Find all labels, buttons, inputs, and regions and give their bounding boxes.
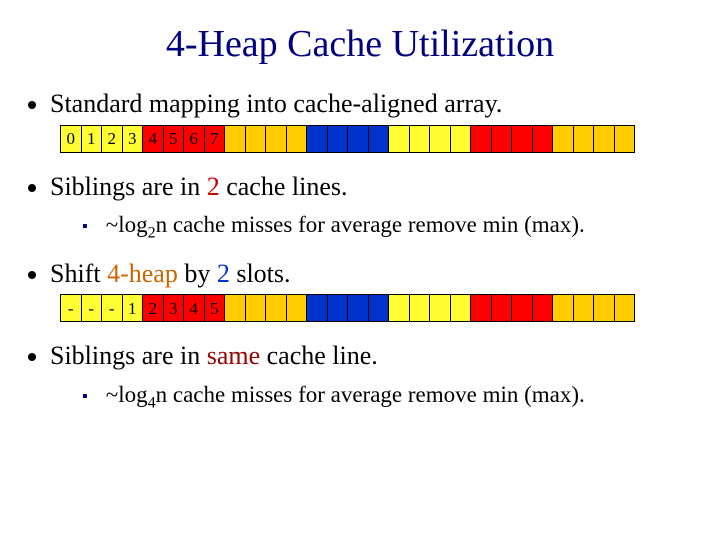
text: ~log — [106, 382, 148, 407]
text: n cache misses for average remove min (m… — [156, 382, 585, 407]
sub-bullet-log2: ~log2n cache misses for average remove m… — [82, 211, 692, 244]
array-cell: 7 — [204, 126, 225, 152]
text: Siblings are in — [50, 172, 207, 201]
array1-wrap: 01234567 — [60, 125, 692, 153]
text: n cache misses for average remove min (m… — [156, 212, 585, 237]
bullet-siblings-2-lines: Siblings are in 2 cache lines. ~log2n ca… — [50, 171, 692, 244]
array-cell — [491, 295, 512, 321]
text: cache lines. — [220, 172, 348, 201]
array-cell — [470, 126, 491, 152]
text-red: 2 — [207, 172, 220, 201]
array-cell — [368, 126, 389, 152]
array-cell — [327, 295, 348, 321]
text-orange: 4-heap — [107, 259, 178, 288]
array-cell — [347, 126, 368, 152]
array-cell: - — [81, 295, 102, 321]
array-cell: 1 — [122, 295, 143, 321]
array-cell: - — [60, 295, 81, 321]
array-cell — [306, 295, 327, 321]
array-cell — [429, 295, 450, 321]
array-cell — [368, 295, 389, 321]
array-cell — [327, 126, 348, 152]
array-cell: 3 — [163, 295, 184, 321]
array-cell — [265, 126, 286, 152]
array-cell — [511, 126, 532, 152]
text: ~log — [106, 212, 148, 237]
array-cell: 5 — [204, 295, 225, 321]
array-cell — [450, 126, 471, 152]
text: Siblings are in — [50, 341, 207, 370]
array-cell — [286, 126, 307, 152]
array-cell: 1 — [81, 126, 102, 152]
array-cell — [573, 295, 594, 321]
text: slots. — [230, 259, 291, 288]
array-cell — [593, 126, 614, 152]
text: cache line. — [260, 341, 378, 370]
bullet-shift-heap: Shift 4-heap by 2 slots. ---12345 — [50, 258, 692, 323]
bullet-list: Standard mapping into cache-aligned arra… — [28, 88, 692, 413]
array-cell — [511, 295, 532, 321]
sub-bullet-log4: ~log4n cache misses for average remove m… — [82, 381, 692, 414]
slide: 4-Heap Cache Utilization Standard mappin… — [0, 0, 720, 413]
array-cell: 6 — [183, 126, 204, 152]
array-cell — [450, 295, 471, 321]
array-cell — [388, 126, 409, 152]
bullet-standard-mapping: Standard mapping into cache-aligned arra… — [50, 88, 692, 153]
array-cell: 4 — [183, 295, 204, 321]
text-blue: 2 — [217, 259, 230, 288]
text: Shift — [50, 259, 107, 288]
slide-title: 4-Heap Cache Utilization — [28, 22, 692, 66]
array-cell — [593, 295, 614, 321]
array2: ---12345 — [60, 294, 635, 322]
array-cell — [491, 126, 512, 152]
array1: 01234567 — [60, 125, 635, 153]
array-cell — [532, 126, 553, 152]
array-cell — [347, 295, 368, 321]
array-cell — [470, 295, 491, 321]
array2-wrap: ---12345 — [60, 294, 692, 322]
array-cell — [409, 126, 430, 152]
array-cell — [552, 295, 573, 321]
array-cell — [429, 126, 450, 152]
sub-list: ~log2n cache misses for average remove m… — [50, 211, 692, 244]
array-cell — [265, 295, 286, 321]
array-cell: 5 — [163, 126, 184, 152]
array-cell — [614, 295, 635, 321]
array-cell — [614, 126, 635, 152]
array-cell — [552, 126, 573, 152]
array-cell — [532, 295, 553, 321]
array-cell — [245, 126, 266, 152]
array-cell: 3 — [122, 126, 143, 152]
text-darkred: same — [207, 341, 260, 370]
array-cell — [224, 295, 245, 321]
sub-list: ~log4n cache misses for average remove m… — [50, 381, 692, 414]
array-cell — [306, 126, 327, 152]
array-cell — [388, 295, 409, 321]
array-cell — [409, 295, 430, 321]
subscript: 4 — [148, 394, 156, 411]
array-cell: 2 — [101, 126, 122, 152]
array-cell: - — [101, 295, 122, 321]
array-cell — [224, 126, 245, 152]
array-cell — [573, 126, 594, 152]
array-cell — [286, 295, 307, 321]
subscript: 2 — [148, 225, 156, 242]
array-cell: 2 — [142, 295, 163, 321]
text: by — [178, 259, 217, 288]
array-cell: 0 — [60, 126, 81, 152]
array-cell — [245, 295, 266, 321]
array-cell: 4 — [142, 126, 163, 152]
text: Standard mapping into cache-aligned arra… — [50, 89, 502, 118]
bullet-siblings-same-line: Siblings are in same cache line. ~log4n … — [50, 340, 692, 413]
